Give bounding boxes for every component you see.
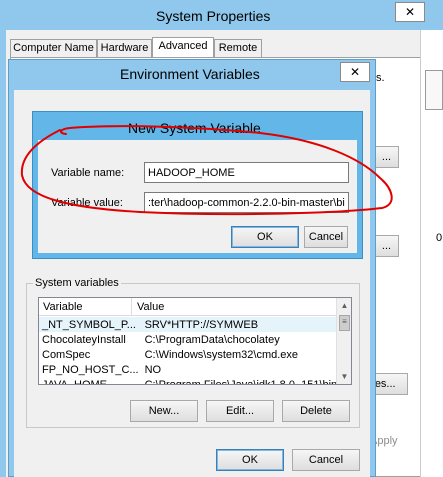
red-annotation-circle [20,125,393,216]
